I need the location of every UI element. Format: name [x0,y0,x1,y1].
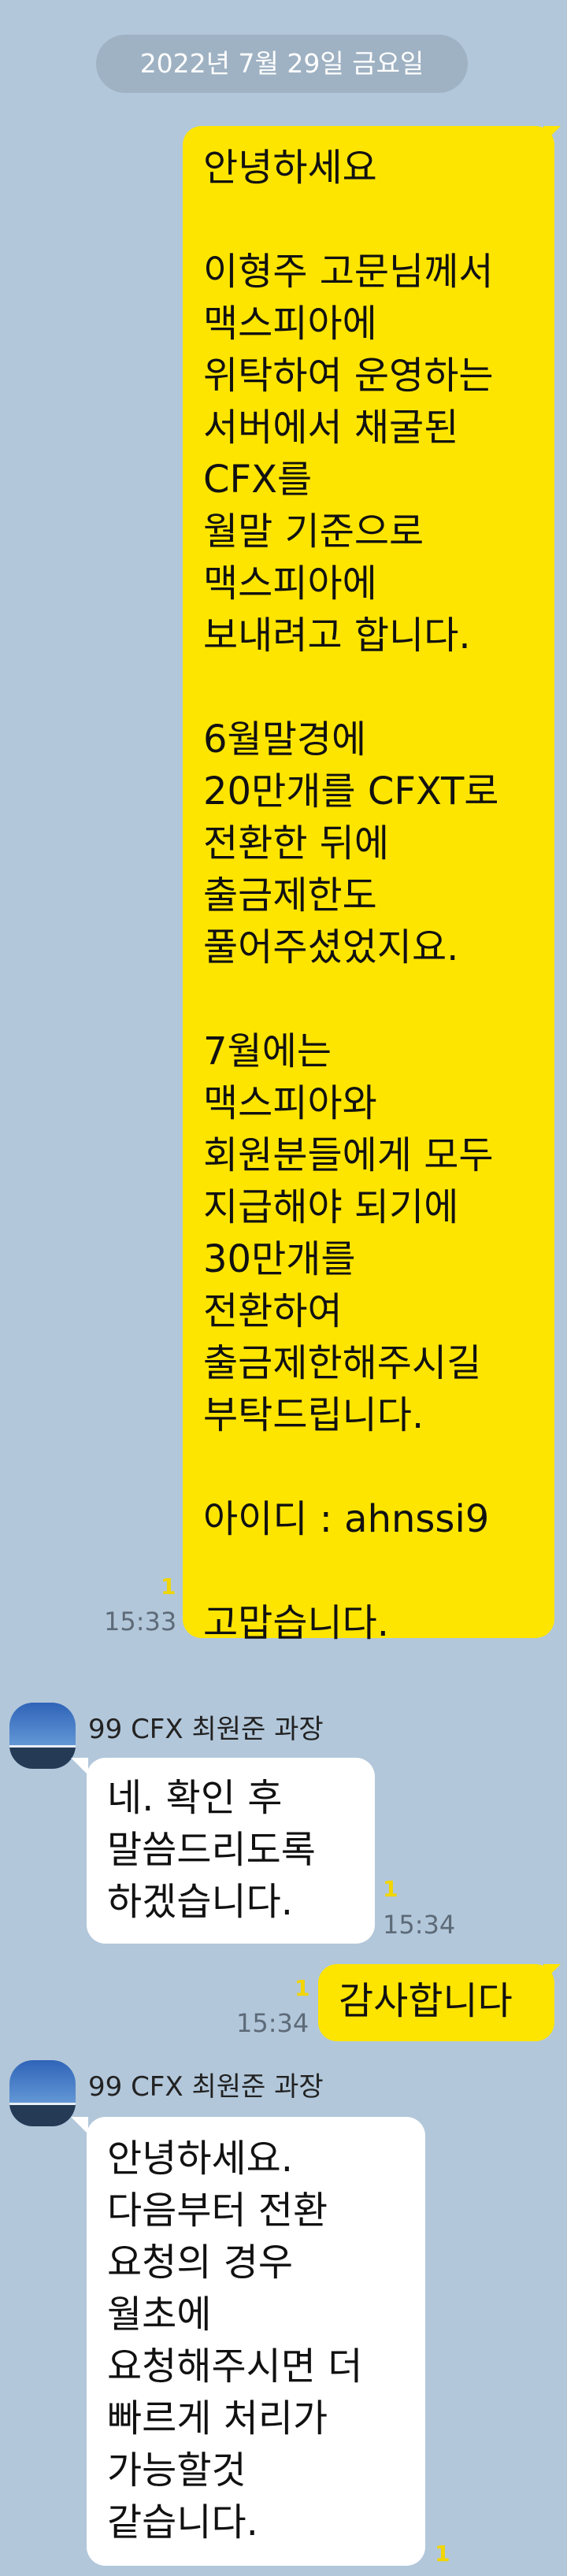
my-message-bubble[interactable]: 안녕하세요 이형주 고문님께서 맥스피아에 위탁하여 운영하는 서버에서 채굴된… [183,126,554,1645]
unread-count: 1 [383,1876,398,1902]
message-time: 15:33 [104,1607,177,1636]
sender-avatar[interactable] [9,2060,76,2126]
date-divider: 2022년 7월 29일 금요일 [96,35,468,93]
message-time: 15:34 [236,2008,309,2038]
their-message-bubble[interactable]: 안녕하세요. 다음부터 전환 요청의 경우 월초에 요청해주시면 더 빠르게 처… [87,2117,425,2566]
avatar-image [9,1703,76,1769]
sender-name: 99 CFX 최원준 과장 [88,1714,324,1745]
their-bubble-tail [71,2117,88,2134]
message-time: 15:34 [383,1910,456,1940]
sender-name: 99 CFX 최원준 과장 [88,2071,324,2103]
avatar-image [9,2060,76,2126]
unread-count: 1 [295,1975,310,2001]
their-message-bubble[interactable]: 네. 확인 후 말씀드리도록 하겠습니다. [87,1758,375,1944]
sender-avatar[interactable] [9,1703,76,1769]
their-bubble-tail [71,1758,88,1775]
unread-count: 1 [435,2541,450,2567]
unread-count: 1 [161,1573,176,1599]
my-message-bubble[interactable]: 감사합니다 [318,1964,554,2041]
